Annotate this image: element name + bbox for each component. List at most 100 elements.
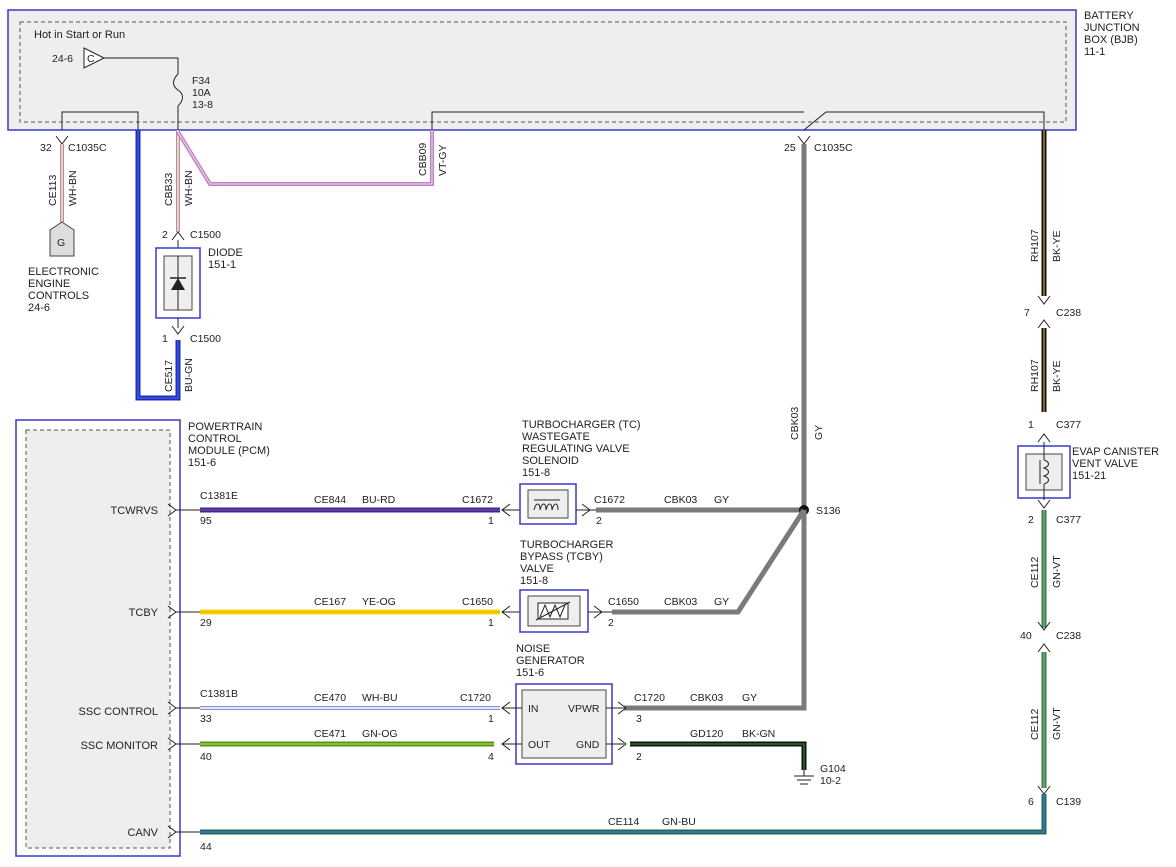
pcm-signal-ssc-monitor: SSC MONITOR <box>81 740 158 752</box>
eec-label-1: ELECTRONIC <box>28 266 99 278</box>
evap-valve-component <box>1017 442 1071 500</box>
diode-component <box>155 247 201 319</box>
bjb-label-2: JUNCTION <box>1084 22 1140 34</box>
c377-top-label: C377 <box>1056 419 1081 431</box>
noise-label-2: GENERATOR <box>516 655 585 667</box>
c377-bottom-connector-icon <box>1037 499 1051 509</box>
tcwrvs-label-1: TURBOCHARGER (TC) <box>522 419 641 431</box>
diode-pin-bottom: 1 <box>162 333 168 345</box>
ssc-control-color: WH-BU <box>362 692 398 704</box>
canv-pin: 44 <box>200 841 212 853</box>
splice-label: S136 <box>816 505 841 517</box>
bjb-label-3: BOX (BJB) <box>1084 34 1138 46</box>
evap-wire2-circuit: RH107 <box>1029 359 1041 392</box>
noise-out-pin: 4 <box>488 751 494 763</box>
noise-label-1: NOISE <box>516 643 550 655</box>
fuse-label-1: F34 <box>192 75 210 87</box>
noise-generator-module <box>515 683 613 765</box>
tcby-label-4: 151-8 <box>520 575 548 587</box>
eec-color: WH-BN <box>67 170 79 206</box>
bjb-label-1: BATTERY <box>1084 10 1134 22</box>
gy-feed-pin: 25 <box>784 142 796 154</box>
ssc-monitor-circuit: CE471 <box>314 728 346 740</box>
evap-label-1: EVAP CANISTER <box>1072 446 1159 458</box>
canv-color: GN-BU <box>662 816 696 828</box>
diode-out-circuit: CE517 <box>163 360 175 392</box>
tcby-conn-out: C1650 <box>608 596 639 608</box>
noise-gnd-pin: 2 <box>636 751 642 763</box>
tcby-label-3: VALVE <box>520 563 554 575</box>
pcm-module <box>15 419 181 857</box>
ssc-monitor-pin: 40 <box>200 751 212 763</box>
tcby-color: YE-OG <box>362 596 396 608</box>
evap-label-2: VENT VALVE <box>1072 458 1138 470</box>
pcm-label-1: POWERTRAIN <box>188 421 262 433</box>
fuse-label-3: 13-8 <box>192 99 213 111</box>
noise-vpwr-circuit: CBK03 <box>690 692 723 704</box>
wire-cbb09-vt-gy <box>176 130 434 186</box>
tcby-out-circuit: CBK03 <box>664 596 697 608</box>
evap-wire2-color: BK-YE <box>1051 360 1063 392</box>
c238b-bottom-connector-icon <box>1037 643 1051 653</box>
bjb-label-4: 11-1 <box>1084 46 1105 58</box>
wire-cbk03-gy-splice-branches <box>612 508 807 711</box>
c238-pin: 7 <box>1024 307 1030 319</box>
diode-conn-top: C1500 <box>190 229 221 241</box>
pcm-signal-canv: CANV <box>127 827 158 839</box>
diode-label-2: 151-1 <box>208 259 236 271</box>
c238-bottom-connector-icon <box>1037 319 1051 329</box>
vt-wire-color: VT-GY <box>437 144 449 176</box>
pcm-signal-tcby: TCBY <box>129 607 159 619</box>
gy-feed-circuit: CBK03 <box>789 407 801 440</box>
diode-top-connector-icon <box>171 231 185 241</box>
eec-circuit: CE113 <box>47 175 59 206</box>
pcm-label-3: MODULE (PCM) <box>188 445 270 457</box>
tcby-conn-in: C1650 <box>462 596 493 608</box>
tcwrvs-circuit: CE844 <box>314 494 346 506</box>
gy-feed-connector: C1035C <box>814 142 853 154</box>
noise-vpwr-color: GY <box>742 692 757 704</box>
tcwrvs-pin: 95 <box>200 515 212 527</box>
c-ref-label: 24-6 <box>52 53 73 65</box>
diode-label-1: DIODE <box>208 247 243 259</box>
noise-label-3: 151-6 <box>516 667 544 679</box>
tcby-valve-component <box>519 589 589 633</box>
diode-conn-bottom: C1500 <box>190 333 221 345</box>
tcby-circuit: CE167 <box>314 596 346 608</box>
ssc-control-pin: 33 <box>200 713 212 725</box>
noise-in-conn: C1720 <box>460 692 491 704</box>
tcwrvs-label-5: 151-8 <box>522 467 550 479</box>
c377-bottom-label: C377 <box>1056 514 1081 526</box>
eec-connector: C1035C <box>68 142 107 154</box>
tcwrvs-sol-conn-in: C1672 <box>462 494 493 506</box>
noise-in-label: IN <box>528 703 539 715</box>
noise-vpwr-pin: 3 <box>636 713 642 725</box>
evap-wire3-circuit: CE112 <box>1029 557 1041 588</box>
noise-gnd-color: BK-GN <box>742 728 775 740</box>
tcby-pin: 29 <box>200 617 212 629</box>
tcwrvs-sol-pin-out: 2 <box>596 515 602 527</box>
ssc-control-circuit: CE470 <box>314 692 346 704</box>
noise-gnd-circuit: GD120 <box>690 728 723 740</box>
c377-bottom-pin: 2 <box>1028 514 1034 526</box>
evap-wire3-color: GN-VT <box>1051 555 1063 588</box>
noise-gnd-label: GND <box>576 739 600 751</box>
diode-wire-color: WH-BN <box>183 170 195 206</box>
evap-wire1-circuit: RH107 <box>1029 229 1041 262</box>
tcwrvs-color: BU-RD <box>362 494 396 506</box>
pcm-signal-tcwrvs: TCWRVS <box>111 505 158 517</box>
pcm-label-2: CONTROL <box>188 433 242 445</box>
gy-feed-connector-icon <box>797 135 811 145</box>
vt-wire-circuit: CBB09 <box>417 143 429 176</box>
eec-label-4: 24-6 <box>28 302 50 314</box>
evap-wire1-color: BK-YE <box>1051 230 1063 262</box>
tcwrvs-label-2: WASTEGATE <box>522 431 590 443</box>
tcwrvs-out-circuit: CBK03 <box>664 494 697 506</box>
tcwrvs-sol-pin-in: 1 <box>488 515 494 527</box>
ground-label-2: 10-2 <box>820 775 841 787</box>
tcby-label-1: TURBOCHARGER <box>520 539 614 551</box>
evap-wire4-color: GN-VT <box>1051 707 1063 740</box>
tcby-out-color: GY <box>714 596 729 608</box>
eec-pin: 32 <box>40 142 52 154</box>
c238-label: C238 <box>1056 307 1081 319</box>
